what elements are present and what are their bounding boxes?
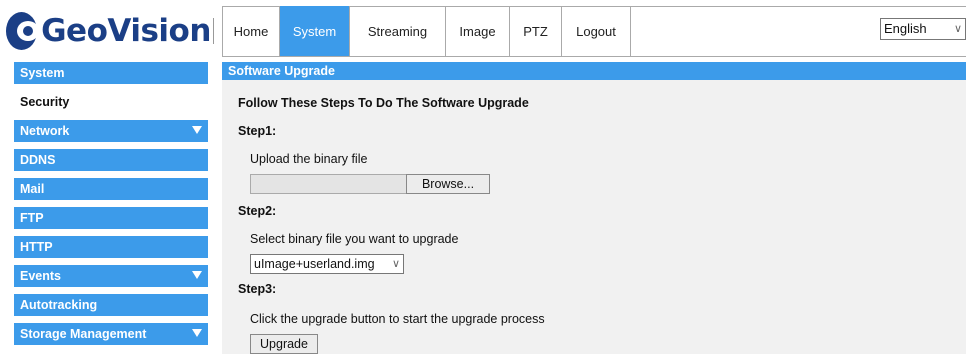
expand-arrow-icon <box>192 271 202 279</box>
sidebar-item-autotracking[interactable]: Autotracking <box>14 294 208 316</box>
binary-file-value: uImage+userland.img <box>254 257 375 271</box>
file-path-field[interactable] <box>250 174 406 194</box>
geovision-logo[interactable]: GeoVision <box>6 6 218 56</box>
tab-home[interactable]: Home <box>223 6 280 56</box>
sidebar-item-system[interactable]: System <box>14 62 208 84</box>
tab-streaming[interactable]: Streaming <box>350 6 446 56</box>
sidebar-item-network[interactable]: Network <box>14 120 208 142</box>
step2-text: Select binary file you want to upgrade <box>250 232 459 246</box>
browse-button[interactable]: Browse... <box>406 174 490 194</box>
sidebar-item-storage-management[interactable]: Storage Management <box>14 323 208 345</box>
tab-logout[interactable]: Logout <box>562 6 630 56</box>
top-nav: Home System Streaming Image PTZ Logout <box>222 6 631 56</box>
sidebar: System Security Network DDNS Mail FTP HT… <box>14 62 208 352</box>
header: GeoVision Home System Streaming Image PT… <box>0 0 966 58</box>
sidebar-item-mail[interactable]: Mail <box>14 178 208 200</box>
logo-divider <box>212 18 218 44</box>
sidebar-item-ftp[interactable]: FTP <box>14 207 208 229</box>
sidebar-item-events[interactable]: Events <box>14 265 208 287</box>
expand-arrow-icon <box>192 329 202 337</box>
sidebar-item-security[interactable]: Security <box>14 91 208 113</box>
sidebar-item-http[interactable]: HTTP <box>14 236 208 258</box>
logo-mark-icon <box>6 12 40 50</box>
step1-heading: Step1: <box>238 124 277 138</box>
nav-bottom-border <box>222 56 966 57</box>
upgrade-button[interactable]: Upgrade <box>250 334 318 354</box>
step1-text: Upload the binary file <box>250 152 368 166</box>
tab-ptz[interactable]: PTZ <box>510 6 562 56</box>
expand-arrow-icon <box>192 126 202 134</box>
tab-image[interactable]: Image <box>446 6 510 56</box>
binary-file-select[interactable]: uImage+userland.img ∨ <box>250 254 404 274</box>
step3-text: Click the upgrade button to start the up… <box>250 312 545 326</box>
step3-heading: Step3: <box>238 282 277 296</box>
panel-title: Software Upgrade <box>222 62 966 80</box>
main-panel: Software Upgrade Follow These Steps To D… <box>222 62 966 354</box>
language-value: English <box>884 21 927 36</box>
tab-system[interactable]: System <box>280 6 350 56</box>
sidebar-item-ddns[interactable]: DDNS <box>14 149 208 171</box>
language-select[interactable]: English ∨ <box>880 18 966 40</box>
chevron-down-icon: ∨ <box>953 23 963 35</box>
intro-heading: Follow These Steps To Do The Software Up… <box>238 96 529 110</box>
chevron-down-icon: ∨ <box>391 258 401 270</box>
brand-name: GeoVision <box>41 13 211 49</box>
step2-heading: Step2: <box>238 204 277 218</box>
